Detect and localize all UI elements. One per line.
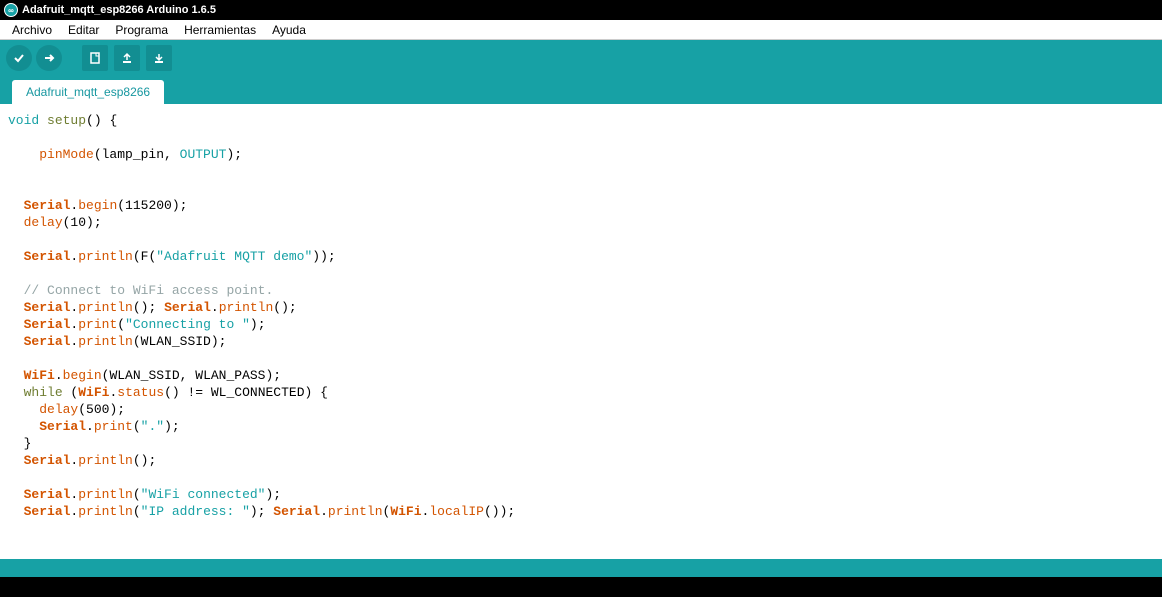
code-token: println [78, 300, 133, 315]
code-token: ( [133, 419, 141, 434]
menu-file[interactable]: Archivo [4, 21, 60, 39]
code-token: void [8, 113, 39, 128]
code-token: ); [226, 147, 242, 162]
code-token: "IP address: " [141, 504, 250, 519]
menu-sketch[interactable]: Programa [107, 21, 176, 39]
code-token: (115200); [117, 198, 187, 213]
code-token: ( [63, 385, 79, 400]
code-token: WiFi [24, 368, 55, 383]
statusbar [0, 559, 1162, 577]
code-token: Serial [24, 334, 71, 349]
code-token: Serial [24, 317, 71, 332]
code-token: Serial [24, 453, 71, 468]
new-button[interactable] [82, 45, 108, 71]
titlebar: ∞ Adafruit_mqtt_esp8266 Arduino 1.6.5 [0, 0, 1162, 20]
code-token: (F( [133, 249, 156, 264]
code-token: WiFi [78, 385, 109, 400]
code-token: (WLAN_SSID); [133, 334, 227, 349]
menu-edit[interactable]: Editar [60, 21, 107, 39]
code-token: print [94, 419, 133, 434]
code-token: () != WL_CONNECTED) { [164, 385, 328, 400]
code-token: ()); [484, 504, 515, 519]
code-token: pinMode [39, 147, 94, 162]
code-token: Serial [273, 504, 320, 519]
code-token: ); [250, 504, 273, 519]
code-token: print [78, 317, 117, 332]
code-token: OUTPUT [180, 147, 227, 162]
menu-help[interactable]: Ayuda [264, 21, 314, 39]
code-token: )); [312, 249, 335, 264]
code-token: begin [78, 198, 117, 213]
code-token: (lamp_pin, [94, 147, 180, 162]
code-token: println [78, 504, 133, 519]
code-token: println [78, 453, 133, 468]
code-editor[interactable]: void setup() { pinMode(lamp_pin, OUTPUT)… [0, 104, 1162, 559]
upload-button[interactable] [36, 45, 62, 71]
code-token: Serial [164, 300, 211, 315]
code-token: WiFi [390, 504, 421, 519]
tabbar: Adafruit_mqtt_esp8266 [0, 76, 1162, 104]
code-token: ); [164, 419, 180, 434]
code-token: ( [117, 317, 125, 332]
code-token: } [24, 436, 32, 451]
arduino-app-icon: ∞ [4, 3, 18, 17]
code-token: (10); [63, 215, 102, 230]
code-token: println [78, 334, 133, 349]
code-token: ( [133, 487, 141, 502]
code-token: "." [141, 419, 164, 434]
code-token: delay [24, 215, 63, 230]
code-token: Serial [24, 487, 71, 502]
code-token: (); [133, 453, 156, 468]
code-token: Serial [24, 504, 71, 519]
verify-button[interactable] [6, 45, 32, 71]
code-token: delay [39, 402, 78, 417]
window-title: Adafruit_mqtt_esp8266 Arduino 1.6.5 [22, 4, 216, 16]
code-token: println [219, 300, 274, 315]
code-token: "Adafruit MQTT demo" [156, 249, 312, 264]
code-token: ); [265, 487, 281, 502]
code-token: (); [133, 300, 164, 315]
code-comment: // Connect to WiFi access point. [24, 283, 274, 298]
code-token: "WiFi connected" [141, 487, 266, 502]
code-token: "Connecting to " [125, 317, 250, 332]
code-token: ( [133, 504, 141, 519]
code-token: status [117, 385, 164, 400]
code-token: begin [63, 368, 102, 383]
toolbar [0, 40, 1162, 76]
code-token: Serial [24, 300, 71, 315]
code-token: ); [250, 317, 266, 332]
code-token: localIP [429, 504, 484, 519]
code-token: println [328, 504, 383, 519]
code-token: while [24, 385, 63, 400]
code-token: Serial [39, 419, 86, 434]
menu-tools[interactable]: Herramientas [176, 21, 264, 39]
open-button[interactable] [114, 45, 140, 71]
menubar: Archivo Editar Programa Herramientas Ayu… [0, 20, 1162, 40]
code-token: setup [47, 113, 86, 128]
code-token: Serial [24, 198, 71, 213]
console-area [0, 577, 1162, 597]
code-token: (); [273, 300, 296, 315]
code-token: Serial [24, 249, 71, 264]
save-button[interactable] [146, 45, 172, 71]
code-token: println [78, 487, 133, 502]
code-token: () { [86, 113, 117, 128]
sketch-tab[interactable]: Adafruit_mqtt_esp8266 [12, 80, 164, 104]
code-token: println [78, 249, 133, 264]
code-token: (WLAN_SSID, WLAN_PASS); [102, 368, 281, 383]
code-token: (500); [78, 402, 125, 417]
